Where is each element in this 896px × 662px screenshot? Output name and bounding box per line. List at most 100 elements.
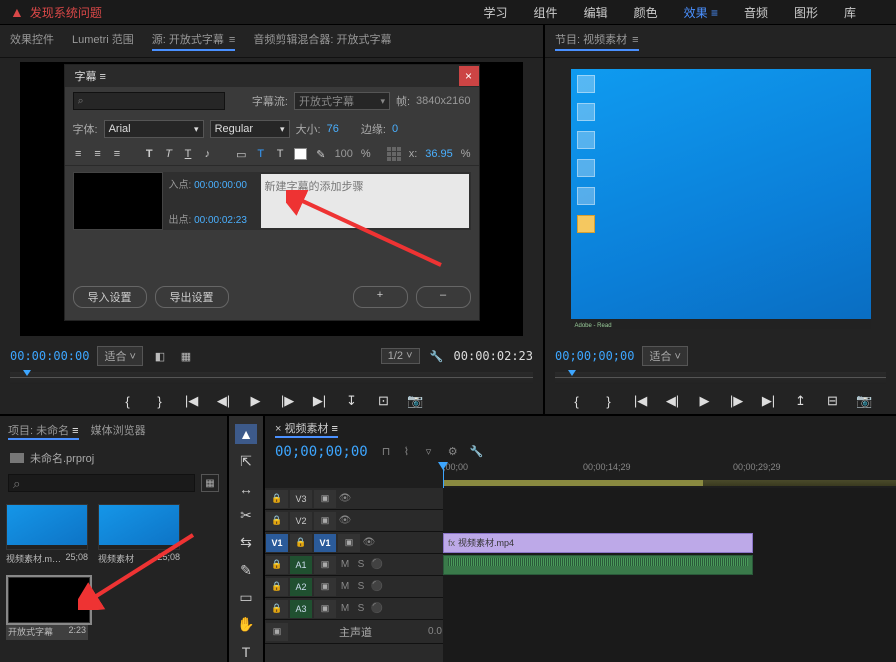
insert-icon[interactable]: ↧ bbox=[343, 392, 361, 410]
project-tab[interactable]: 项目: 未命名 ≡ bbox=[8, 422, 79, 440]
eyedrop-icon[interactable]: ✎ bbox=[315, 147, 326, 161]
music-icon[interactable]: ♪ bbox=[202, 147, 213, 161]
program-tab[interactable]: 节目: 视频素材 ≡ bbox=[555, 31, 639, 51]
align-right-icon[interactable]: ≡ bbox=[111, 147, 122, 161]
mute-icon[interactable]: M bbox=[337, 603, 353, 614]
timeline-ruler[interactable]: ;00;00 00;00;14;29 00;00;29;29 bbox=[443, 462, 896, 488]
lock-icon[interactable]: 🔒 bbox=[290, 534, 312, 552]
rec-icon[interactable]: ⚫ bbox=[369, 559, 385, 570]
lift-icon[interactable]: ↥ bbox=[792, 392, 810, 410]
go-out-icon[interactable]: ▶| bbox=[311, 392, 329, 410]
src-scale-drop[interactable]: 1/2 bbox=[381, 348, 420, 364]
mark-out-icon[interactable]: } bbox=[600, 392, 618, 410]
export-settings-button[interactable]: 导出设置 bbox=[155, 286, 229, 308]
mark-in-icon[interactable]: { bbox=[568, 392, 586, 410]
tab-lumetri[interactable]: Lumetri 范围 bbox=[72, 31, 134, 51]
track-v3[interactable]: 🔒 V3 ▣ 👁 bbox=[265, 488, 443, 510]
toggle-output-icon[interactable]: ▣ bbox=[314, 578, 336, 596]
go-out-icon[interactable]: ▶| bbox=[760, 392, 778, 410]
new-bin-icon[interactable]: ▦ bbox=[201, 474, 219, 492]
track-tag[interactable]: A1 bbox=[290, 556, 312, 574]
bin-item[interactable]: 视频素材25;08 bbox=[98, 504, 180, 565]
prog-playhead[interactable] bbox=[565, 370, 575, 384]
toggle-output-icon[interactable]: ▣ bbox=[314, 512, 336, 530]
import-settings-button[interactable]: 导入设置 bbox=[73, 286, 147, 308]
media-browser-tab[interactable]: 媒体浏览器 bbox=[91, 422, 146, 440]
font-dropdown[interactable]: Arial bbox=[104, 120, 204, 138]
track-tag[interactable]: V3 bbox=[290, 490, 312, 508]
export-frame-icon[interactable]: 📷 bbox=[856, 392, 874, 410]
nav-graphics[interactable]: 图形 bbox=[794, 4, 818, 21]
outline-icon[interactable]: T bbox=[274, 147, 285, 161]
track-select-tool-icon[interactable]: ⇱ bbox=[235, 451, 257, 471]
audio-clip[interactable] bbox=[443, 555, 753, 575]
align-left-icon[interactable]: ≡ bbox=[73, 147, 84, 161]
marker-icon[interactable]: ▿ bbox=[426, 445, 440, 459]
text-color-icon[interactable]: T bbox=[255, 147, 266, 161]
add-caption-button[interactable]: + bbox=[353, 286, 408, 308]
selection-tool-icon[interactable]: ▲ bbox=[235, 424, 257, 444]
type-tool-icon[interactable]: T bbox=[235, 642, 257, 662]
mute-icon[interactable]: M bbox=[337, 581, 353, 592]
caption-text-input[interactable]: 新建字幕的添加步骤 bbox=[261, 174, 469, 228]
lock-icon[interactable]: 🔒 bbox=[266, 578, 288, 596]
color-swatch[interactable] bbox=[294, 148, 307, 160]
toggle-output-icon[interactable]: ▣ bbox=[314, 556, 336, 574]
italic-icon[interactable]: T bbox=[163, 147, 174, 161]
nav-color[interactable]: 颜色 bbox=[634, 4, 658, 21]
src-ruler[interactable] bbox=[10, 372, 533, 384]
overwrite-icon[interactable]: ⊡ bbox=[375, 392, 393, 410]
wrench-icon[interactable]: 🔧 bbox=[470, 445, 484, 459]
tab-effect-controls[interactable]: 效果控件 bbox=[10, 31, 54, 51]
track-tag[interactable]: V2 bbox=[290, 512, 312, 530]
track-a3[interactable]: 🔒 A3 ▣ M S ⚫ bbox=[265, 598, 443, 620]
opacity-value[interactable]: 100 bbox=[335, 148, 353, 160]
stream-dropdown[interactable]: 开放式字幕 bbox=[294, 92, 390, 110]
lock-icon[interactable]: 🔒 bbox=[266, 556, 288, 574]
go-in-icon[interactable]: |◀ bbox=[183, 392, 201, 410]
bold-icon[interactable]: T bbox=[144, 147, 155, 161]
rec-icon[interactable]: ⚫ bbox=[369, 581, 385, 592]
toggle-output-icon[interactable]: ▣ bbox=[266, 623, 288, 641]
caption-entry[interactable]: 入点: 00:00:00:00 出点: 00:00:02:23 新建字幕的添加步… bbox=[73, 172, 471, 230]
src-fit-drop[interactable]: 适合 bbox=[97, 346, 142, 366]
mark-in-icon[interactable]: { bbox=[119, 392, 137, 410]
track-tag[interactable]: V1 bbox=[314, 534, 336, 552]
track-master[interactable]: ▣ 主声道 0.0 bbox=[265, 620, 443, 644]
play-icon[interactable]: ▶ bbox=[696, 392, 714, 410]
src-tc-left[interactable]: 00:00:00:00 bbox=[10, 349, 89, 363]
bg-box-icon[interactable]: ▭ bbox=[236, 147, 247, 161]
track-a1[interactable]: 🔒 A1 ▣ M S ⚫ bbox=[265, 554, 443, 576]
play-icon[interactable]: ▶ bbox=[247, 392, 265, 410]
rec-icon[interactable]: ⚫ bbox=[369, 603, 385, 614]
settings-icon[interactable]: ⚙ bbox=[448, 445, 462, 459]
underline-icon[interactable]: T bbox=[182, 147, 193, 161]
align-center-icon[interactable]: ≡ bbox=[92, 147, 103, 161]
lock-icon[interactable]: 🔒 bbox=[266, 490, 288, 508]
rect-tool-icon[interactable]: ▭ bbox=[235, 587, 257, 607]
work-area-bar[interactable] bbox=[443, 480, 703, 486]
extract-icon[interactable]: ⊟ bbox=[824, 392, 842, 410]
nav-effects[interactable]: 效果 bbox=[684, 4, 718, 21]
track-v1[interactable]: V1 🔒 V1 ▣ 👁 bbox=[265, 532, 443, 554]
remove-caption-button[interactable]: – bbox=[416, 286, 471, 308]
timeline-tc[interactable]: 00;00;00;00 bbox=[275, 444, 368, 460]
size-value[interactable]: 76 bbox=[327, 123, 339, 135]
toggle-output-icon[interactable]: ▣ bbox=[314, 490, 336, 508]
snap-icon[interactable]: ⊓ bbox=[382, 445, 396, 459]
src-playhead[interactable] bbox=[20, 370, 30, 384]
eye-icon[interactable]: 👁 bbox=[361, 537, 377, 548]
step-back-icon[interactable]: ◀| bbox=[664, 392, 682, 410]
prog-ruler[interactable] bbox=[555, 372, 886, 384]
eye-icon[interactable]: 👁 bbox=[337, 493, 353, 504]
prog-fit-drop[interactable]: 适合 bbox=[642, 346, 687, 366]
weight-dropdown[interactable]: Regular bbox=[210, 120, 290, 138]
grid-icon[interactable]: ▦ bbox=[177, 350, 195, 363]
slip-tool-icon[interactable]: ⇆ bbox=[235, 533, 257, 553]
razor-tool-icon[interactable]: ✂ bbox=[235, 506, 257, 526]
video-clip[interactable]: fx视频素材.mp4 bbox=[443, 533, 753, 553]
mute-icon[interactable]: M bbox=[337, 559, 353, 570]
out-tc[interactable]: 00:00:02:23 bbox=[194, 215, 247, 226]
track-v2[interactable]: 🔒 V2 ▣ 👁 bbox=[265, 510, 443, 532]
timeline-tab[interactable]: × 视频素材 ≡ bbox=[275, 420, 338, 438]
